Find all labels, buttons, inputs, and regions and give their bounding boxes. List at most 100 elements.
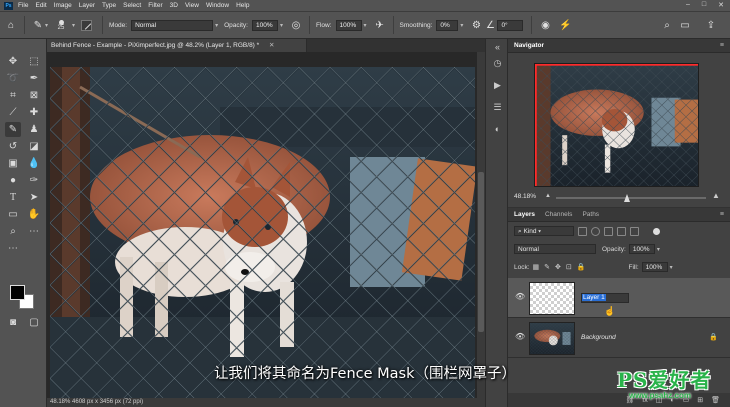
chevron-down-icon[interactable]: ▾ [215,22,218,29]
tab-paths[interactable]: Paths [582,211,599,218]
actions-icon[interactable]: ▶ [491,79,504,92]
tab-navigator[interactable]: Navigator [514,42,544,49]
zoom-slider[interactable] [556,197,706,199]
smoothing-settings-icon[interactable]: ⚙ [469,20,483,31]
chevron-down-icon[interactable]: ▾ [657,246,660,253]
chevron-down-icon[interactable]: ▾ [460,22,463,29]
minimize-button[interactable]: – [686,1,690,9]
collapse-icon[interactable]: « [491,41,504,54]
healing-brush-tool-icon[interactable]: ✚ [26,105,42,120]
filter-smart-object-icon[interactable] [630,226,639,236]
edit-toolbar-icon[interactable]: ⋯ [5,241,21,256]
menu-window[interactable]: Window [206,2,229,9]
pressure-opacity-icon[interactable]: ◎ [289,20,303,31]
close-button[interactable]: ✕ [718,1,724,9]
lock-pixels-icon[interactable]: ✎ [544,263,550,271]
brush-tool-icon[interactable]: ✎ [31,20,45,31]
workspace-icon[interactable]: ▭ [678,20,692,31]
lock-transparent-icon[interactable]: ▦ [533,263,540,271]
tab-layers[interactable]: Layers [514,211,535,218]
history-icon[interactable]: ◷ [491,57,504,70]
vertical-scrollbar[interactable] [477,52,485,398]
layer-name-input[interactable]: Layer 1 [581,293,629,303]
chevron-down-icon[interactable]: ▾ [280,22,283,29]
panel-menu-icon[interactable]: ≡ [720,211,724,218]
clone-stamp-tool-icon[interactable]: ♟ [26,122,42,137]
filter-kind-select[interactable]: ⌕ Kind ▾ [514,226,574,236]
visibility-eye-icon[interactable]: 👁 [515,292,525,301]
fill-input[interactable]: 100% [641,262,668,272]
type-tool-icon[interactable]: T [5,190,21,205]
tab-channels[interactable]: Channels [545,211,572,218]
document-image[interactable] [50,67,475,398]
flow-input[interactable]: 100% [335,19,362,31]
history-brush-tool-icon[interactable]: ↺ [5,139,21,154]
share-icon[interactable]: ⇪ [704,20,718,31]
menu-edit[interactable]: Edit [35,2,46,9]
maximize-button[interactable]: □ [702,1,706,9]
zoom-out-icon[interactable]: ▲ [545,193,551,199]
lasso-tool-icon[interactable]: ➰ [5,71,21,86]
smoothing-input[interactable]: 0% [436,19,459,31]
chevron-down-icon[interactable]: ▾ [364,22,367,29]
close-icon[interactable]: ✕ [269,42,274,49]
blur-tool-icon[interactable]: 💧 [26,156,42,171]
frame-tool-icon[interactable]: ⊠ [26,88,42,103]
brush-settings-icon[interactable] [81,19,93,31]
pen-tool-icon[interactable]: ✑ [26,173,42,188]
filter-toggle-icon[interactable] [653,227,660,235]
menu-view[interactable]: View [185,2,199,9]
adjustments-icon[interactable]: ◐ [491,123,504,136]
zoom-in-icon[interactable]: ▲ [712,191,720,200]
gradient-tool-icon[interactable]: ▣ [5,156,21,171]
dodge-tool-icon[interactable]: ● [5,173,21,188]
layer-opacity-input[interactable]: 100% [628,244,655,254]
chevron-down-icon[interactable]: ▾ [670,264,673,271]
filter-type-icon[interactable] [604,226,613,236]
zoom-tool-icon[interactable]: ⌕ [5,224,21,239]
scrollbar-thumb[interactable] [478,172,484,332]
eyedropper-tool-icon[interactable]: ⟋ [5,105,21,120]
navigator-thumbnail[interactable] [534,63,699,187]
menu-file[interactable]: File [18,2,28,9]
blend-mode-select[interactable]: Normal [514,244,596,254]
home-icon[interactable]: ⌂ [4,20,18,31]
panel-menu-icon[interactable]: ≡ [720,42,724,49]
chevron-down-icon[interactable]: ▾ [72,22,75,29]
crop-tool-icon[interactable]: ⌗ [5,88,21,103]
navigator-zoom-value[interactable]: 48.18% [514,193,536,200]
layer-row-layer-1[interactable]: 👁 Layer 1 ☝ [508,278,730,318]
marquee-tool-icon[interactable]: ⬚ [26,54,42,69]
angle-input[interactable]: 0° [497,19,524,31]
menu-layer[interactable]: Layer [79,2,95,9]
menu-type[interactable]: Type [102,2,116,9]
quick-mask-icon[interactable]: ◙ [5,315,21,330]
mode-select[interactable]: Normal [131,19,214,31]
filter-adjustment-icon[interactable] [591,226,600,236]
opacity-input[interactable]: 100% [251,19,278,31]
eraser-tool-icon[interactable]: ◪ [26,139,42,154]
search-icon[interactable]: ⌕ [660,20,674,31]
symmetry-icon[interactable]: ⚡ [558,20,572,31]
menu-image[interactable]: Image [54,2,72,9]
filter-shape-icon[interactable] [617,226,626,236]
menu-filter[interactable]: Filter [148,2,162,9]
filter-pixel-icon[interactable] [578,226,587,236]
properties-icon[interactable]: ☰ [491,101,504,114]
brush-tool-icon[interactable]: ✎ [5,122,21,137]
airbrush-icon[interactable]: ✈ [373,20,387,31]
lock-all-icon[interactable]: 🔒 [577,263,586,271]
rectangle-tool-icon[interactable]: ▭ [5,207,21,222]
foreground-color-swatch[interactable] [10,285,25,300]
menu-help[interactable]: Help [236,2,249,9]
lock-artboard-icon[interactable]: ⊡ [566,263,572,271]
quick-select-tool-icon[interactable]: ✒ [26,71,42,86]
brush-preset-picker[interactable]: 25 [54,19,68,31]
menu-3d[interactable]: 3D [170,2,178,9]
hand-tool-icon[interactable]: ✋ [26,207,42,222]
screen-mode-icon[interactable]: ▢ [26,315,42,330]
more-tools-icon[interactable]: ⋯ [26,224,42,239]
document-tab[interactable]: Behind Fence - Example - PiXimperfect.jp… [47,39,307,52]
path-select-tool-icon[interactable]: ➤ [26,190,42,205]
layer-lock-icon[interactable]: 🔒 [709,333,718,341]
